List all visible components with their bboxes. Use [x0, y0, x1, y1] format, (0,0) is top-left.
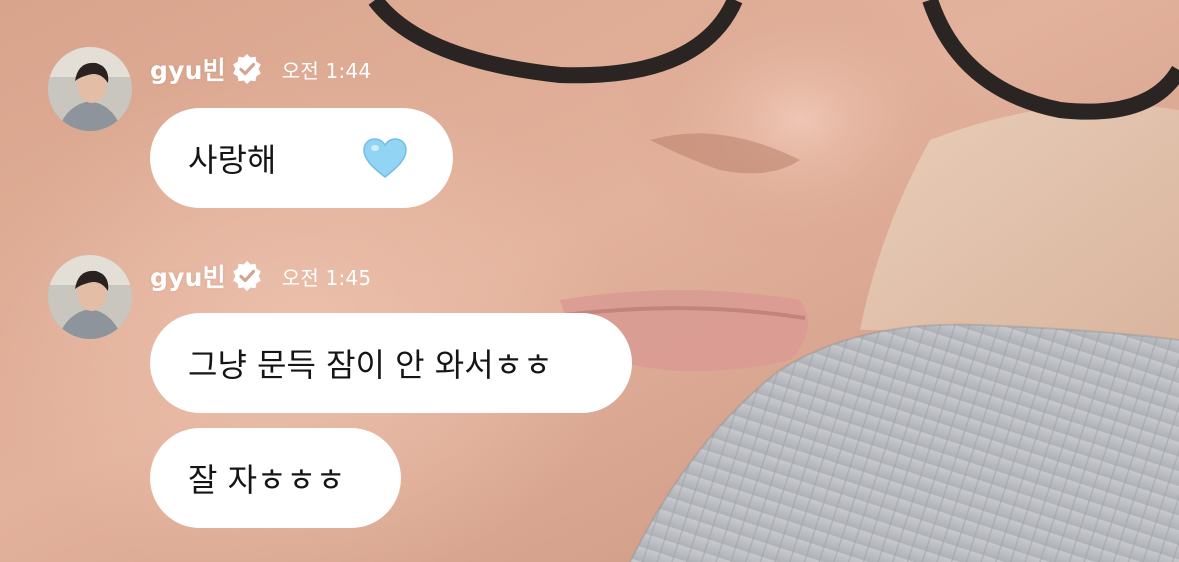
chat-screen: gyu빈 오전 1:44 사랑해 gyu빈 오전 1:45 그냥 문득 잠이 안…	[0, 0, 1179, 562]
message-group-2: gyu빈 오전 1:45 그냥 문득 잠이 안 와서ㅎㅎ 잘 자ㅎㅎㅎ	[0, 0, 1179, 562]
message-bubble[interactable]: 잘 자ㅎㅎㅎ	[150, 428, 401, 528]
avatar[interactable]	[48, 255, 132, 339]
message-time: 오전 1:45	[281, 265, 372, 290]
sender-row: gyu빈 오전 1:45	[150, 259, 371, 293]
message-text: 잘 자ㅎㅎㅎ	[188, 461, 346, 499]
message-bubble[interactable]: 그냥 문득 잠이 안 와서ㅎㅎ	[150, 313, 632, 413]
sender-name[interactable]: gyu빈	[150, 258, 226, 294]
verified-badge-icon	[230, 259, 264, 293]
message-text: 그냥 문득 잠이 안 와서ㅎㅎ	[188, 346, 553, 384]
